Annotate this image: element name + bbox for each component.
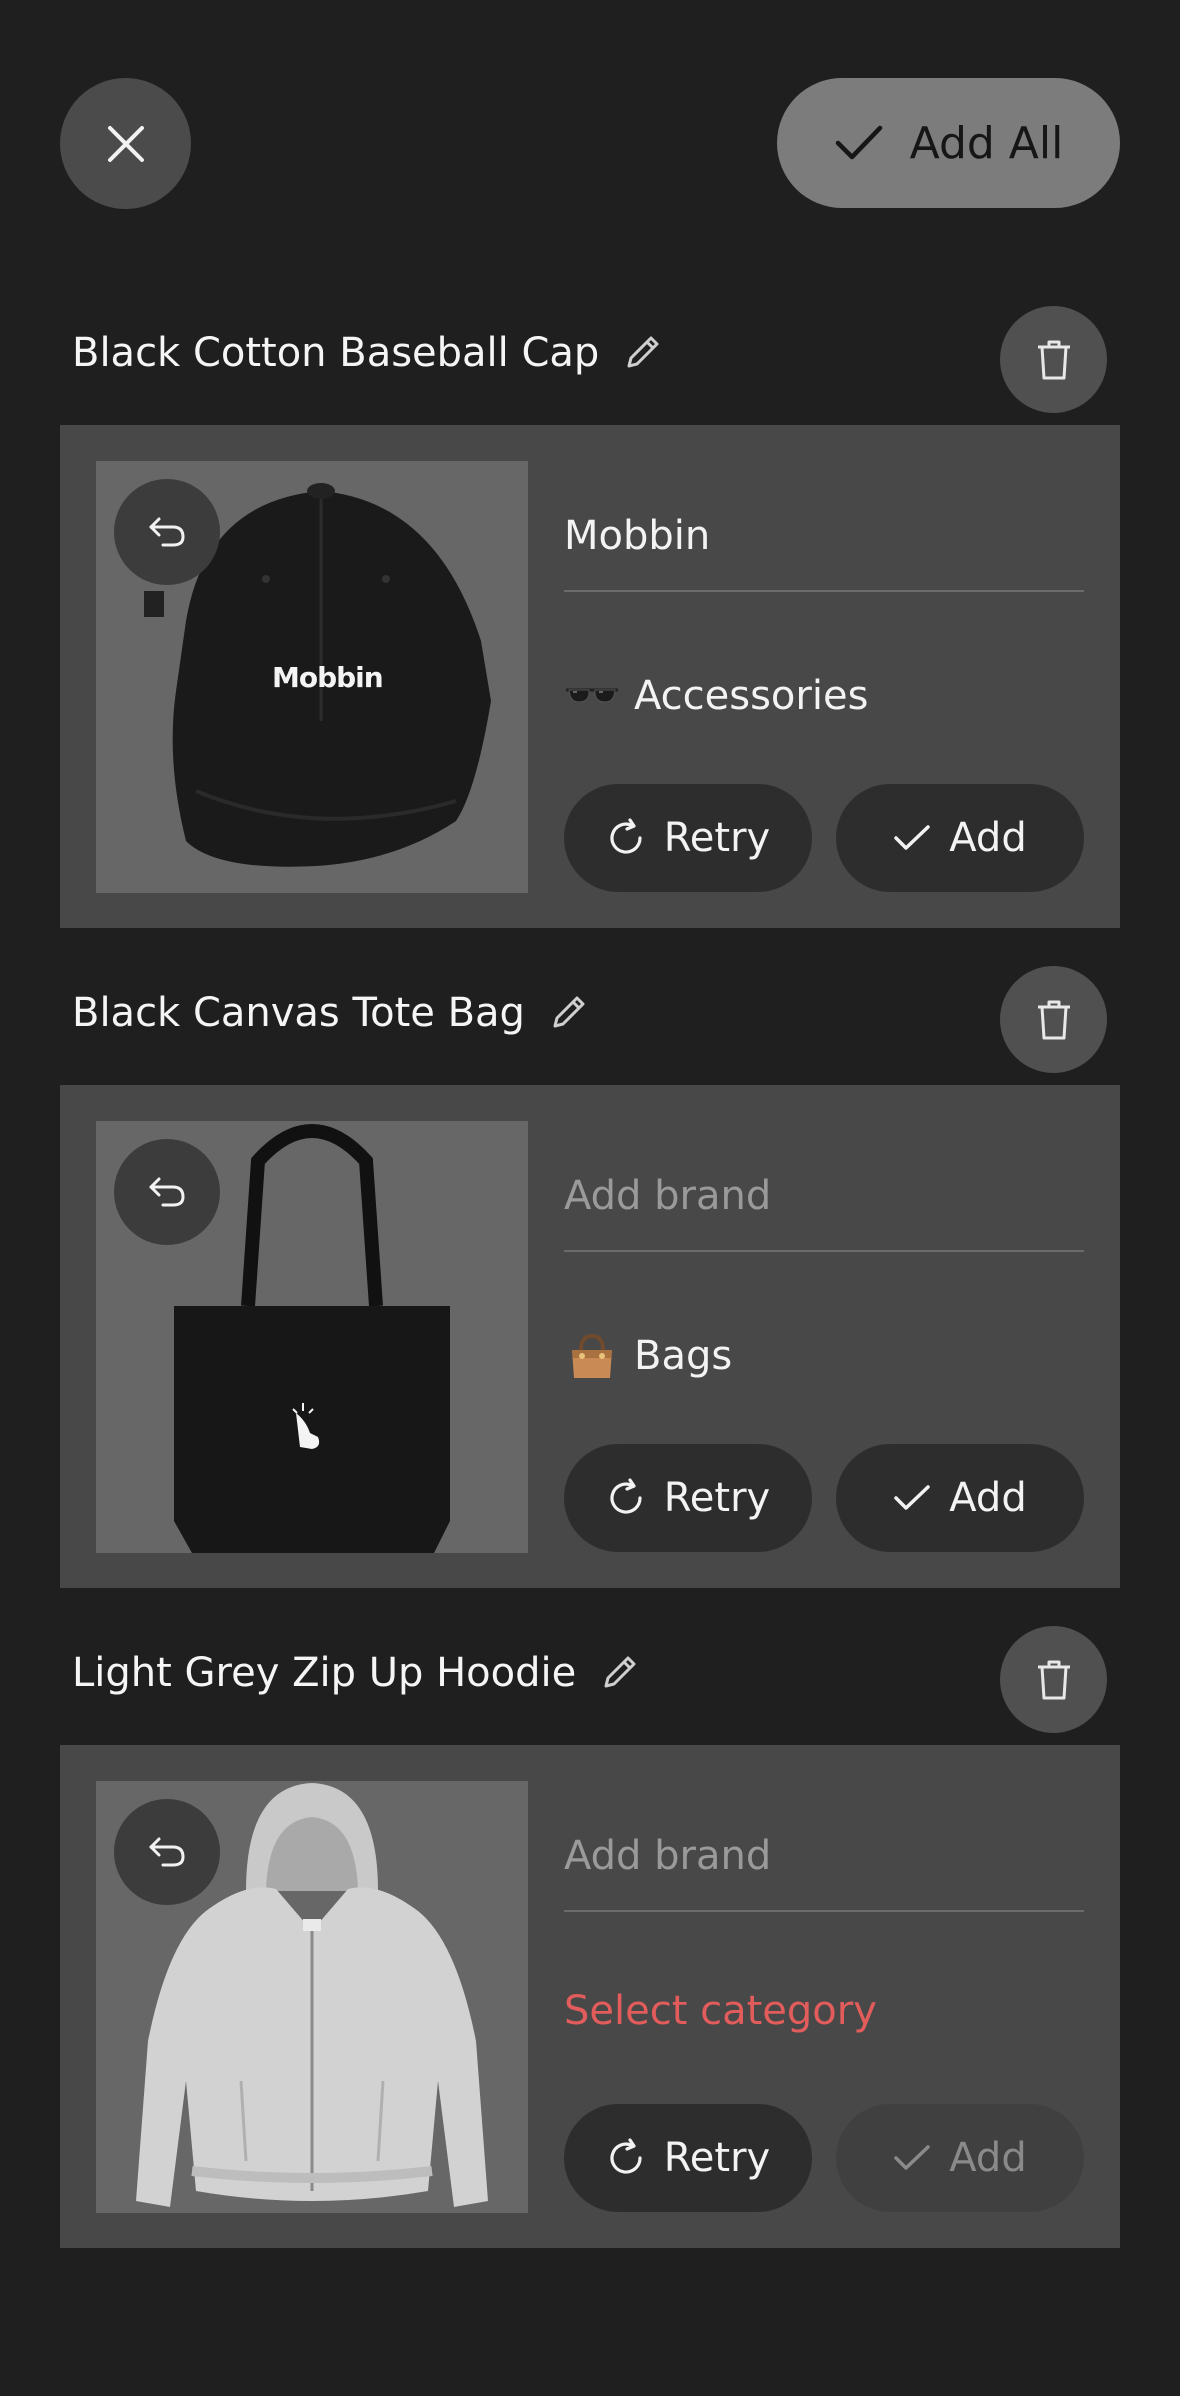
pencil-icon[interactable] [598,1652,640,1694]
item-card: Add brand Bags Retry Add [60,1085,1120,1588]
item-card: Mobbin Mobbin Accessories Retry Add [60,425,1120,928]
add-button[interactable]: Add [836,784,1084,892]
product-image [96,1781,528,2213]
undo-icon [149,1177,185,1207]
add-label: Add [949,1475,1027,1521]
category-label: Bags [634,1333,733,1379]
retry-label: Retry [663,2135,771,2181]
close-button[interactable] [60,78,191,209]
checkmark-icon [894,2145,931,2170]
brand-underline [564,1250,1084,1252]
add-button[interactable]: Add [836,1444,1084,1552]
brand-underline [564,1910,1084,1912]
item-title: Light Grey Zip Up Hoodie [72,1650,577,1696]
item-title-row: Light Grey Zip Up Hoodie [72,1650,640,1696]
retry-button[interactable]: Retry [564,2104,812,2212]
delete-item-button[interactable] [1000,1626,1107,1733]
brand-underline [564,590,1084,592]
add-button[interactable]: Add [836,2104,1084,2212]
trash-icon [1037,340,1070,379]
pencil-icon[interactable] [621,332,663,374]
item-title: Black Cotton Baseball Cap [72,330,600,376]
item-title-row: Black Canvas Tote Bag [72,990,589,1036]
brand-field[interactable]: Add brand [564,1833,1084,1879]
trash-icon [1037,1000,1070,1039]
brand-field[interactable]: Add brand [564,1173,1084,1219]
category-selector[interactable]: Bags [564,1328,732,1384]
item-title: Black Canvas Tote Bag [72,990,525,1036]
retry-label: Retry [663,815,771,861]
category-label: Select category [564,1988,877,2034]
category-selector[interactable]: Select category [564,1988,877,2034]
category-label: Accessories [634,673,869,719]
item-title-row: Black Cotton Baseball Cap [72,330,663,376]
undo-button[interactable] [114,479,220,585]
product-image [96,1121,528,1553]
pencil-icon[interactable] [547,992,589,1034]
refresh-icon [610,2138,642,2174]
undo-icon [149,1837,185,1867]
close-icon [107,125,144,162]
checkmark-icon [835,125,882,160]
refresh-icon [610,818,642,854]
brand-field[interactable]: Mobbin [564,513,1084,559]
product-print: Mobbin [272,661,384,694]
undo-icon [149,517,185,547]
add-all-button[interactable]: Add All [777,78,1120,208]
retry-button[interactable]: Retry [564,1444,812,1552]
retry-label: Retry [663,1475,771,1521]
add-label: Add [949,2135,1027,2181]
undo-button[interactable] [114,1799,220,1905]
add-all-label: Add All [909,117,1064,169]
checkmark-icon [894,825,931,850]
category-selector[interactable]: Accessories [564,668,868,724]
trash-icon [1037,1660,1070,1699]
item-card: Add brand Select category Retry Add [60,1745,1120,2248]
sunglasses-icon [566,688,618,703]
checkmark-icon [894,1485,931,1510]
retry-button[interactable]: Retry [564,784,812,892]
delete-item-button[interactable] [1000,966,1107,1073]
undo-button[interactable] [114,1139,220,1245]
refresh-icon [610,1478,642,1514]
add-label: Add [949,815,1027,861]
product-image: Mobbin [96,461,528,893]
handbag-icon [572,1333,612,1378]
delete-item-button[interactable] [1000,306,1107,413]
